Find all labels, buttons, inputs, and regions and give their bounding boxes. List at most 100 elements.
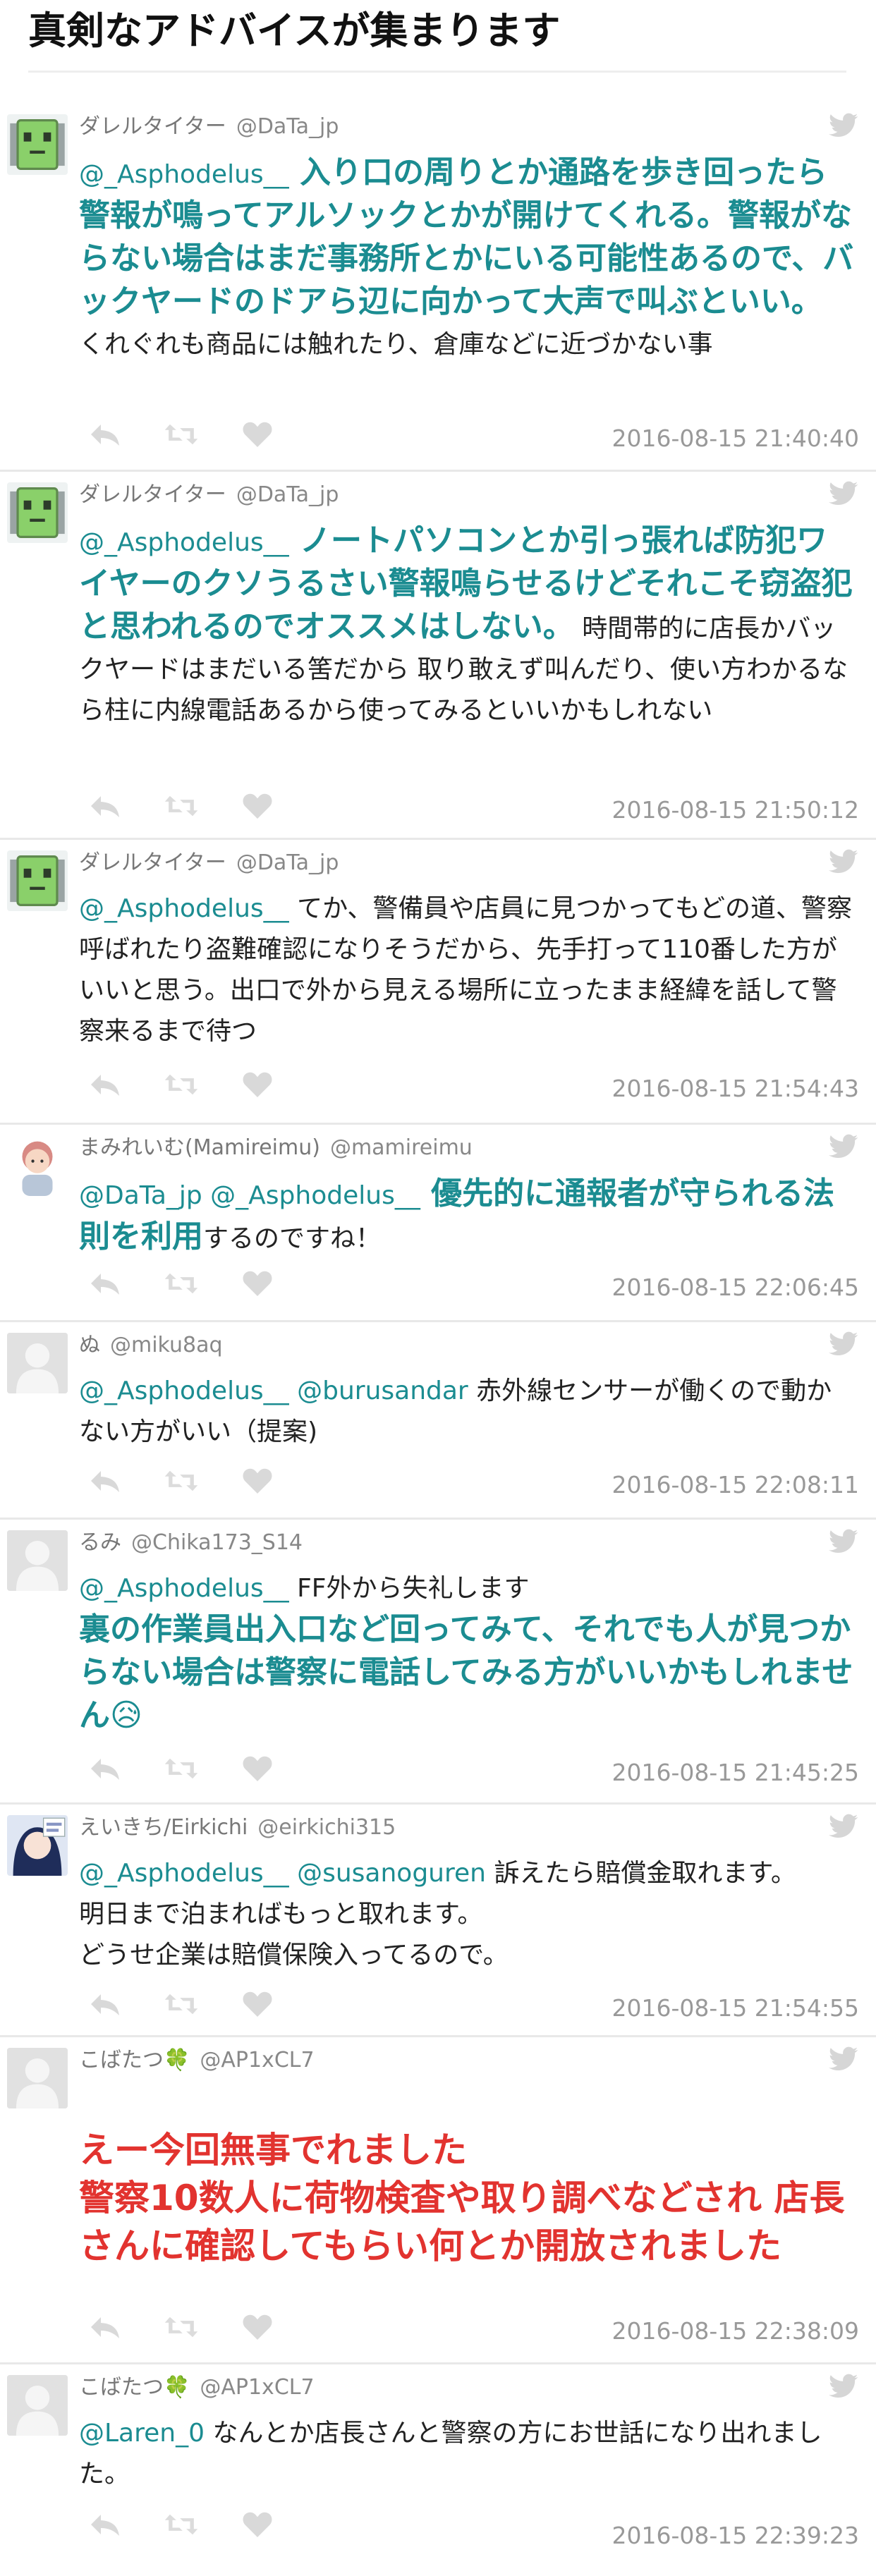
like-icon[interactable]: [240, 1468, 275, 1494]
tweet-text: @_Asphodelus__ 入り口の周りとか通路を歩き回ったら警報が鳴ってアル…: [79, 152, 855, 365]
tweet-body: するのですね！: [203, 1224, 382, 1253]
avatar[interactable]: [7, 2375, 68, 2436]
tweet-text: @_Asphodelus__ てか、警備員や店員に見つかってもどの道、警察呼ばれ…: [79, 889, 855, 1052]
twitter-bird-icon[interactable]: [828, 2374, 859, 2400]
retweet-icon[interactable]: [164, 1072, 199, 1097]
reply-icon[interactable]: [87, 1991, 123, 2017]
reply-icon[interactable]: [87, 2512, 123, 2537]
display-name[interactable]: ぬ: [79, 1333, 100, 1357]
twitter-bird-icon[interactable]: [828, 1134, 859, 1161]
tweet-header: こばたつ🍀 @AP1xCL7: [79, 2372, 315, 2403]
like-icon[interactable]: [240, 2314, 275, 2340]
display-name[interactable]: ダレルタイター: [79, 114, 226, 139]
retweet-icon[interactable]: [164, 2314, 199, 2340]
timestamp[interactable]: 2016-08-15 21:54:43: [612, 1075, 859, 1103]
handle[interactable]: @eirkichi315: [257, 1815, 396, 1840]
mention[interactable]: @burusandar: [289, 1376, 468, 1405]
tweet: ダレルタイター @DaTa_jp @_Asphodelus__ てか、警備員や店員…: [0, 841, 876, 1125]
mention[interactable]: @_Asphodelus__: [79, 528, 289, 557]
mention[interactable]: @susanoguren: [289, 1859, 486, 1888]
timestamp[interactable]: 2016-08-15 22:08:11: [612, 1471, 859, 1499]
retweet-icon[interactable]: [164, 1756, 199, 1781]
avatar[interactable]: [7, 850, 68, 911]
twitter-bird-icon[interactable]: [828, 2046, 859, 2073]
display-name[interactable]: ダレルタイター: [79, 482, 226, 507]
tweet-text: えー今回無事でれました 警察10数人に荷物検査や取り調べなどされ 店長さんに確認…: [79, 2086, 855, 2271]
reply-icon[interactable]: [87, 1271, 123, 1296]
handle[interactable]: @AP1xCL7: [200, 2375, 314, 2400]
tweet: こばたつ🍀 @AP1xCL7 @Laren_0 なんとか店長さんと警察の方にお世話…: [0, 2365, 876, 2574]
mention[interactable]: @DaTa_jp @_Asphodelus__: [79, 1181, 420, 1210]
retweet-icon[interactable]: [164, 1271, 199, 1296]
retweet-icon[interactable]: [164, 1991, 199, 2017]
reply-icon[interactable]: [87, 793, 123, 819]
handle[interactable]: @miku8aq: [110, 1333, 223, 1357]
tweet-text: @_Asphodelus__ ノートパソコンとか引っ張れば防犯ワイヤーのクソうる…: [79, 520, 855, 731]
retweet-icon[interactable]: [164, 2512, 199, 2537]
retweet-icon[interactable]: [164, 793, 199, 819]
twitter-bird-icon[interactable]: [828, 1529, 859, 1556]
handle[interactable]: @DaTa_jp: [236, 114, 339, 139]
reply-icon[interactable]: [87, 2314, 123, 2340]
timestamp[interactable]: 2016-08-15 21:54:55: [612, 1994, 859, 2022]
twitter-bird-icon[interactable]: [828, 1331, 859, 1358]
avatar[interactable]: [7, 1333, 68, 1393]
reply-icon[interactable]: [87, 1468, 123, 1494]
timestamp[interactable]: 2016-08-15 21:40:40: [612, 425, 859, 453]
timestamp[interactable]: 2016-08-15 21:45:25: [612, 1759, 859, 1787]
twitter-bird-icon[interactable]: [828, 481, 859, 508]
avatar[interactable]: [7, 2048, 68, 2108]
page: { "page_title": "真剣なアドバイスが集まります", "tweet…: [0, 0, 876, 2576]
like-icon[interactable]: [240, 1991, 275, 2017]
tweet-header: ダレルタイター @DaTa_jp: [79, 848, 339, 879]
timestamp[interactable]: 2016-08-15 22:39:23: [612, 2522, 859, 2550]
display-name[interactable]: こばたつ🍀: [79, 2375, 190, 2400]
mention[interactable]: @_Asphodelus__: [79, 1574, 289, 1603]
tweet-header: ぬ @miku8aq: [79, 1330, 223, 1361]
display-name[interactable]: まみれいむ(Mamireimu): [79, 1135, 320, 1160]
mention[interactable]: @_Asphodelus__: [79, 1376, 289, 1405]
handle[interactable]: @Chika173_S14: [131, 1530, 303, 1555]
twitter-bird-icon[interactable]: [828, 1814, 859, 1841]
handle[interactable]: @DaTa_jp: [236, 482, 339, 507]
like-icon[interactable]: [240, 1271, 275, 1296]
mention[interactable]: @Laren_0: [79, 2419, 205, 2448]
like-icon[interactable]: [240, 1072, 275, 1097]
handle[interactable]: @DaTa_jp: [236, 850, 339, 875]
timestamp[interactable]: 2016-08-15 22:06:45: [612, 1274, 859, 1302]
timestamp[interactable]: 2016-08-15 22:38:09: [612, 2317, 859, 2345]
tweet-body: くれぐれも商品には触れたり、倉庫などに近づかない事: [79, 330, 713, 359]
handle[interactable]: @AP1xCL7: [200, 2048, 314, 2073]
tweet-header: ダレルタイター @DaTa_jp: [79, 480, 339, 511]
timestamp[interactable]: 2016-08-15 21:50:12: [612, 796, 859, 824]
reply-icon[interactable]: [87, 1072, 123, 1097]
mention[interactable]: @_Asphodelus__: [79, 894, 289, 923]
twitter-bird-icon[interactable]: [828, 849, 859, 876]
like-icon[interactable]: [240, 422, 275, 447]
mention[interactable]: @_Asphodelus__: [79, 1859, 289, 1888]
avatar[interactable]: [7, 114, 68, 175]
handle[interactable]: @mamireimu: [330, 1135, 473, 1160]
like-icon[interactable]: [240, 2512, 275, 2537]
like-icon[interactable]: [240, 793, 275, 819]
reply-icon[interactable]: [87, 1756, 123, 1781]
display-name[interactable]: るみ: [79, 1530, 121, 1555]
display-name[interactable]: えいきち/Eirkichi: [79, 1815, 248, 1840]
tweet-body: 訴えたら賠償金取れます。: [485, 1859, 796, 1888]
avatar[interactable]: [7, 482, 68, 543]
highlighted-text: えー今回無事でれました 警察10数人に荷物検査や取り調べなどされ 店長さんに確認…: [79, 2130, 845, 2266]
like-icon[interactable]: [240, 1756, 275, 1781]
reply-icon[interactable]: [87, 422, 123, 447]
retweet-icon[interactable]: [164, 422, 199, 447]
display-name[interactable]: こばたつ🍀: [79, 2048, 190, 2073]
display-name[interactable]: ダレルタイター: [79, 850, 226, 875]
twitter-bird-icon[interactable]: [828, 113, 859, 140]
tweet-body: FF外から失礼します: [288, 1574, 530, 1603]
mention[interactable]: @_Asphodelus__: [79, 160, 289, 189]
avatar[interactable]: [7, 1135, 68, 1196]
avatar[interactable]: [7, 1815, 68, 1876]
avatar[interactable]: [7, 1530, 68, 1591]
retweet-icon[interactable]: [164, 1468, 199, 1494]
tweet-header: ダレルタイター @DaTa_jp: [79, 111, 339, 142]
tweet-header: こばたつ🍀 @AP1xCL7: [79, 2045, 315, 2076]
